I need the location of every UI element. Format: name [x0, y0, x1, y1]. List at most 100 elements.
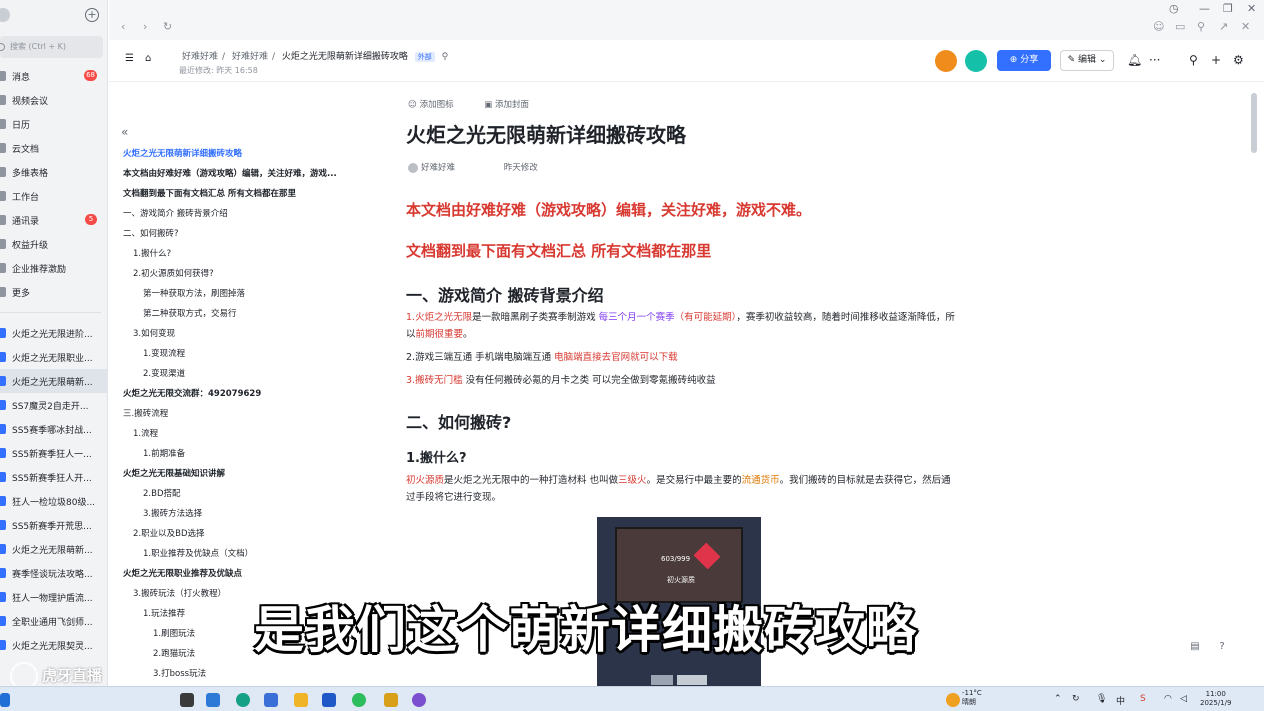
collaborator-avatar[interactable]	[935, 50, 957, 72]
outline-item[interactable]: 1.职业推荐及优缺点（文档）	[143, 547, 253, 559]
author-name[interactable]: 好难好难	[421, 163, 455, 173]
outline-item[interactable]: 1.变现流程	[143, 347, 185, 359]
link-icon[interactable]: ⚲	[1197, 20, 1205, 33]
doc-float-icon[interactable]: ▤	[1186, 638, 1204, 656]
edit-button[interactable]: ✎ 编辑 ⌄	[1060, 50, 1114, 71]
sidebar-doc-item[interactable]: 火炬之光无限进阶...	[0, 321, 107, 345]
outline-item[interactable]: 1.流程	[133, 427, 158, 439]
outline-item[interactable]: 二、如何搬砖?	[123, 227, 179, 239]
add-icon-link[interactable]: ☺ 添加图标	[408, 100, 468, 110]
sidebar-doc-item[interactable]: SS5新赛季狂人一...	[0, 441, 107, 465]
outline-item[interactable]: 2.跑猫玩法	[153, 647, 195, 659]
outline-item[interactable]: 火炬之光无限基础知识讲解	[123, 467, 225, 479]
add-icon[interactable]: +	[1211, 53, 1221, 67]
outline-item[interactable]: 本文档由好难好难（游戏攻略）编辑，关注好难，游戏...	[123, 167, 337, 179]
outline-item[interactable]: 火炬之光无限萌新详细搬砖攻略	[123, 147, 242, 159]
outline-item[interactable]: 2.BD搭配	[143, 487, 181, 499]
sidebar-nav-item[interactable]: 云文档	[0, 136, 107, 160]
add-cover-link[interactable]: ▣ 添加封面	[484, 100, 543, 110]
outline-item[interactable]: 3.搬砖玩法（打火教程）	[133, 587, 226, 599]
settings-icon[interactable]: ⚙	[1233, 53, 1244, 67]
author-avatar[interactable]	[408, 162, 418, 173]
sidebar-nav-item[interactable]: 通讯录 5	[0, 208, 107, 232]
bell-icon[interactable]: 🔔︎	[1127, 53, 1142, 67]
weather[interactable]: -11°C 晴朗	[962, 689, 982, 707]
share-button[interactable]: ⊕ 分享	[997, 50, 1051, 71]
home-icon[interactable]: ⌂	[145, 53, 151, 64]
app-icon[interactable]	[384, 693, 398, 707]
app-icon[interactable]	[412, 693, 426, 707]
outline-item[interactable]: 2.职业以及BD选择	[133, 527, 205, 539]
clock[interactable]: 11:00 2025/1/9	[1200, 690, 1231, 708]
folder-icon[interactable]	[294, 693, 308, 707]
tray-arrow-icon[interactable]: ⌃	[1054, 694, 1062, 704]
help-icon[interactable]: ?	[1213, 638, 1231, 656]
breadcrumb-current[interactable]: 火炬之光无限萌新详细搬砖攻略	[282, 52, 408, 62]
outline-item[interactable]: 1.刷图玩法	[153, 627, 195, 639]
sidebar-nav-item[interactable]: 权益升级	[0, 232, 107, 256]
sidebar-doc-item[interactable]: SS7魔灵2自走开...	[0, 393, 107, 417]
sidebar-nav-item[interactable]: 工作台	[0, 184, 107, 208]
outline-item[interactable]: 第二种获取方式，交易行	[143, 307, 237, 319]
start-icon[interactable]	[0, 693, 10, 707]
outline-item[interactable]: 三.搬砖流程	[123, 407, 168, 419]
sidebar-doc-item[interactable]: 火炬之光无限萌新...	[0, 369, 107, 393]
sidebar-doc-item[interactable]: 火炬之光无限职业...	[0, 345, 107, 369]
outline-item[interactable]: 文档翻到最下面有文档汇总 所有文档都在那里	[123, 187, 296, 199]
sidebar-nav-item[interactable]: 日历	[0, 112, 107, 136]
new-plus-icon[interactable]: +	[85, 8, 99, 22]
scrollbar[interactable]	[1250, 83, 1258, 686]
wifi-icon[interactable]: ◠	[1164, 694, 1172, 704]
mic-icon[interactable]: 🎙︎	[1096, 694, 1107, 704]
sidebar-nav-item[interactable]: 多维表格	[0, 160, 107, 184]
outline-item[interactable]: 火炬之光无限职业推荐及优缺点	[123, 567, 242, 579]
sidebar-doc-item[interactable]: 狂人一检垃圾80级...	[0, 489, 107, 513]
breadcrumb-item[interactable]: 好难好难	[182, 52, 218, 62]
collaborator-avatar[interactable]	[965, 50, 987, 72]
sidebar-doc-item[interactable]: 赛季怪谈玩法攻略...	[0, 561, 107, 585]
sidebar-doc-item[interactable]: 全职业通用飞剑师...	[0, 609, 107, 633]
ime-label[interactable]: 中	[1116, 694, 1125, 707]
sidebar-doc-item[interactable]: 火炬之光无限萌新...	[0, 537, 107, 561]
more-icon[interactable]: ···	[1149, 53, 1160, 67]
refresh-icon[interactable]: ↻	[163, 20, 172, 33]
sidebar-nav-item[interactable]: 更多	[0, 280, 107, 304]
outline-item[interactable]: 3.如何变现	[133, 327, 175, 339]
comment-icon[interactable]: ☺	[1153, 20, 1164, 33]
store-icon[interactable]	[264, 693, 278, 707]
back-icon[interactable]: ‹	[121, 20, 125, 33]
forward-icon[interactable]: ›	[143, 20, 147, 33]
edge-icon[interactable]	[236, 693, 250, 707]
collapse-outline-icon[interactable]: «	[121, 125, 128, 139]
tray-icon[interactable]: ↻	[1072, 694, 1080, 704]
sidebar-doc-item[interactable]: SS5新赛季开荒思...	[0, 513, 107, 537]
maximize-icon[interactable]: ❐	[1223, 2, 1233, 15]
search-doc-icon[interactable]: ⚲	[1189, 53, 1198, 67]
tab-close-icon[interactable]: ✕	[1241, 20, 1250, 33]
outline-item[interactable]: 3.搬砖方法选择	[143, 507, 202, 519]
volume-icon[interactable]: ◁	[1180, 694, 1187, 704]
sidebar-doc-item[interactable]: SS5赛季哪冰封战...	[0, 417, 107, 441]
sidebar-nav-item[interactable]: 视频会议	[0, 88, 107, 112]
sidebar-doc-item[interactable]: 狂人一物理护盾流...	[0, 585, 107, 609]
minimize-icon[interactable]: —	[1199, 2, 1210, 15]
outline-item[interactable]: 1.前期准备	[143, 447, 185, 459]
tray-app-icon[interactable]: S	[1140, 694, 1146, 704]
window-icon[interactable]: ▭	[1175, 20, 1185, 33]
sidebar-doc-item[interactable]: 火炬之光无限契灵...	[0, 633, 107, 657]
app-icon[interactable]	[206, 693, 220, 707]
forward-share-icon[interactable]: ↗	[1219, 20, 1228, 33]
outline-toggle-icon[interactable]: ☰	[125, 53, 134, 64]
close-icon[interactable]: ✕	[1247, 2, 1256, 15]
outline-item[interactable]: 1.玩法推荐	[143, 607, 185, 619]
outline-item[interactable]: 第一种获取方法，刷图掉落	[143, 287, 245, 299]
search-input[interactable]: 搜索 (Ctrl + K)	[0, 36, 103, 58]
outline-item[interactable]: 3.打boss玩法	[153, 667, 206, 679]
sidebar-nav-item[interactable]: 消息 68	[0, 64, 107, 88]
history-icon[interactable]: ◷	[1169, 2, 1179, 15]
outline-item[interactable]: 1.搬什么?	[133, 247, 171, 259]
sidebar-doc-item[interactable]: SS5新赛季狂人开...	[0, 465, 107, 489]
sidebar-nav-item[interactable]: 企业推荐激励	[0, 256, 107, 280]
outline-item[interactable]: 一、游戏简介 搬砖背景介绍	[123, 207, 228, 219]
pin-icon[interactable]: ⚲	[442, 52, 449, 62]
